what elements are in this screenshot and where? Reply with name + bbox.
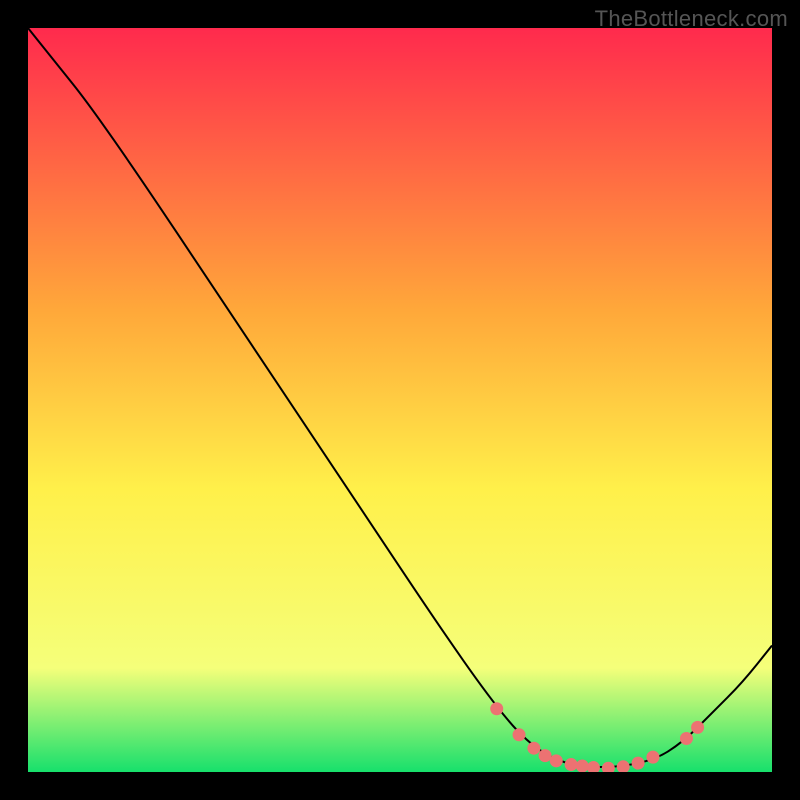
data-marker: [680, 732, 693, 745]
data-marker: [576, 760, 589, 772]
data-marker: [565, 758, 578, 771]
chart-frame: TheBottleneck.com: [0, 0, 800, 800]
data-marker: [527, 742, 540, 755]
gradient-background: [28, 28, 772, 772]
data-marker: [490, 702, 503, 715]
watermark-text: TheBottleneck.com: [595, 6, 788, 32]
data-marker: [646, 751, 659, 764]
data-marker: [550, 754, 563, 767]
chart-svg: [28, 28, 772, 772]
data-marker: [632, 757, 645, 770]
data-marker: [691, 721, 704, 734]
data-marker: [513, 728, 526, 741]
plot-area: [28, 28, 772, 772]
data-marker: [539, 749, 552, 762]
